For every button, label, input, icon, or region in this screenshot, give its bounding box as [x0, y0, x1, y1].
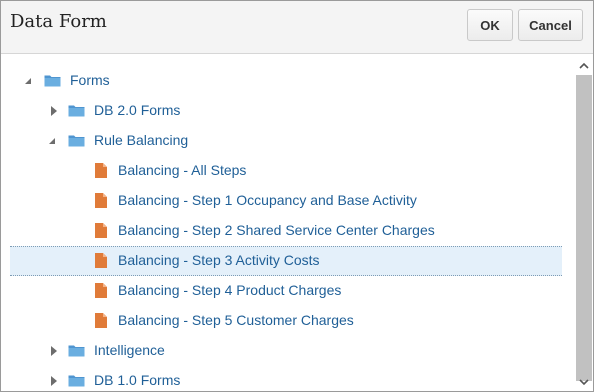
tree-item-balancing-all-steps[interactable]: Balancing - All Steps — [10, 156, 562, 186]
tree-item-balancing-step-1[interactable]: Balancing - Step 1 Occupancy and Base Ac… — [10, 186, 562, 216]
forms-tree: Forms DB 2.0 Forms Rule Balancing Balanc… — [1, 54, 575, 391]
collapsed-triangle-icon[interactable] — [48, 375, 60, 387]
folder-icon — [44, 74, 61, 87]
tree-item-label: Intelligence — [94, 342, 165, 358]
form-document-icon — [95, 193, 107, 208]
tree-item-intelligence[interactable]: Intelligence — [10, 336, 562, 366]
folder-icon — [68, 134, 85, 147]
tree-item-label: Forms — [70, 72, 110, 88]
tree-item-label: Balancing - All Steps — [118, 162, 247, 178]
form-document-icon — [95, 163, 107, 178]
tree-item-label: Balancing - Step 1 Occupancy and Base Ac… — [118, 192, 417, 208]
dialog-header: Data Form OK Cancel — [1, 1, 593, 54]
tree-item-db-2-0-forms[interactable]: DB 2.0 Forms — [10, 96, 562, 126]
scroll-down-icon[interactable] — [575, 373, 593, 391]
tree-item-label: Balancing - Step 5 Customer Charges — [118, 312, 354, 328]
tree-item-balancing-step-2[interactable]: Balancing - Step 2 Shared Service Center… — [10, 216, 562, 246]
collapsed-triangle-icon[interactable] — [48, 345, 60, 357]
form-document-icon — [95, 313, 107, 328]
form-document-icon — [95, 253, 107, 268]
tree-item-balancing-step-4[interactable]: Balancing - Step 4 Product Charges — [10, 276, 562, 306]
tree-item-balancing-step-5[interactable]: Balancing - Step 5 Customer Charges — [10, 306, 562, 336]
ok-button[interactable]: OK — [467, 9, 513, 41]
folder-icon — [68, 104, 85, 117]
cancel-button[interactable]: Cancel — [518, 9, 583, 41]
tree-item-db-1-0-forms[interactable]: DB 1.0 Forms — [10, 366, 562, 391]
tree-item-label: Rule Balancing — [94, 132, 189, 148]
tree-item-label: Balancing - Step 4 Product Charges — [118, 282, 342, 298]
data-form-dialog: Data Form OK Cancel Forms DB 2.0 Forms R… — [0, 0, 594, 392]
tree-item-forms[interactable]: Forms — [10, 66, 562, 96]
tree-item-balancing-step-3-selected[interactable]: Balancing - Step 3 Activity Costs — [10, 246, 562, 276]
tree-item-label: DB 1.0 Forms — [94, 372, 181, 388]
folder-icon — [68, 344, 85, 357]
tree-item-label: Balancing - Step 2 Shared Service Center… — [118, 222, 435, 238]
dialog-title: Data Form — [10, 11, 107, 32]
scroll-up-icon[interactable] — [575, 56, 593, 74]
folder-icon — [68, 374, 85, 387]
tree-item-rule-balancing[interactable]: Rule Balancing — [10, 126, 562, 156]
expanded-triangle-icon[interactable] — [22, 75, 34, 87]
scrollbar-thumb[interactable] — [576, 75, 592, 381]
tree-item-label: Balancing - Step 3 Activity Costs — [118, 252, 320, 268]
expanded-triangle-icon[interactable] — [46, 135, 58, 147]
collapsed-triangle-icon[interactable] — [48, 105, 60, 117]
vertical-scrollbar[interactable] — [575, 54, 593, 391]
form-document-icon — [95, 223, 107, 238]
tree-item-label: DB 2.0 Forms — [94, 102, 181, 118]
form-document-icon — [95, 283, 107, 298]
